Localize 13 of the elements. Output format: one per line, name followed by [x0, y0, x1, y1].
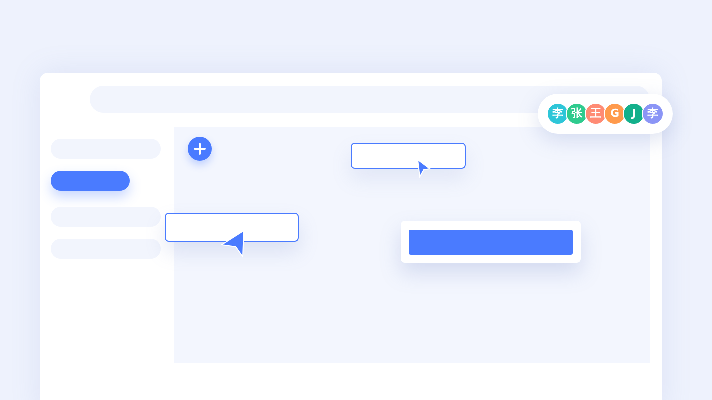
text-box[interactable] [351, 143, 466, 169]
avatar[interactable]: 李 [547, 103, 569, 125]
text-box[interactable] [165, 213, 299, 242]
cursor-icon [416, 158, 432, 178]
sidebar-item[interactable] [51, 171, 130, 191]
cursor-icon [220, 229, 246, 259]
avatar[interactable]: J [623, 103, 645, 125]
avatar[interactable]: 王 [585, 103, 607, 125]
plus-icon [194, 143, 206, 155]
add-button[interactable] [188, 137, 212, 161]
avatar[interactable]: 李 [642, 103, 664, 125]
avatar[interactable]: G [604, 103, 626, 125]
avatar[interactable]: 张 [566, 103, 588, 125]
